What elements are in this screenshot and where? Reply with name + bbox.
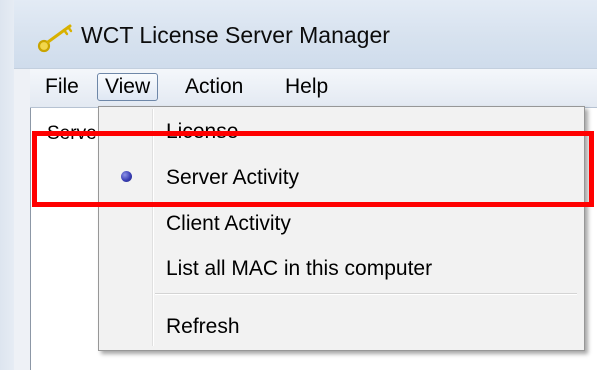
menu-item-refresh[interactable]: Refresh xyxy=(101,307,580,347)
menu-item-list-all-mac[interactable]: List all MAC in this computer xyxy=(101,249,580,289)
menu-action[interactable]: Action xyxy=(178,73,250,101)
red-highlight-annotation xyxy=(32,131,594,207)
menu-help[interactable]: Help xyxy=(278,73,335,101)
menu-bar: File View Action Help xyxy=(30,69,597,108)
menu-item-client-activity[interactable]: Client Activity xyxy=(101,204,580,244)
menu-item-label: List all MAC in this computer xyxy=(166,257,433,280)
key-icon xyxy=(37,24,73,53)
title-bar[interactable]: WCT License Server Manager xyxy=(14,0,597,69)
menu-item-label: Refresh xyxy=(166,315,240,338)
window-title: WCT License Server Manager xyxy=(81,22,390,48)
menu-item-label: Client Activity xyxy=(166,212,291,235)
menu-file[interactable]: File xyxy=(38,73,86,101)
window-left-edge xyxy=(0,0,14,370)
menu-view[interactable]: View xyxy=(97,73,159,101)
menu-separator xyxy=(155,293,577,295)
